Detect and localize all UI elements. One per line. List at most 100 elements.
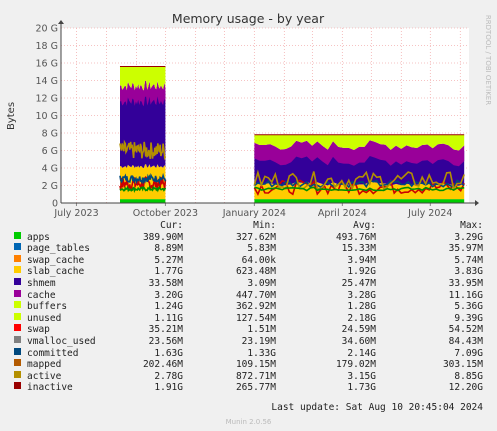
legend-avg: 493.76M (335, 231, 376, 243)
legend-swatch (14, 382, 21, 390)
legend-row-vmalloc-used: vmalloc_used 23.56M 23.19M 34.60M 84.43M (0, 335, 497, 348)
legend-avg: 1.73G (347, 382, 376, 394)
y-tick-label: 12 G (36, 94, 58, 105)
chart-title: Memory usage - by year (172, 11, 325, 26)
legend-name: page_tables (27, 243, 90, 255)
legend-avg: 34.60M (341, 335, 376, 347)
legend-avg: 25.47M (341, 277, 376, 289)
legend-max: 9.39G (454, 312, 483, 324)
legend-name: buffers (27, 301, 68, 313)
legend-cur: 33.58M (148, 277, 183, 289)
legend-swatch (14, 335, 21, 343)
legend-avg: 1.92G (347, 266, 376, 278)
legend-name: inactive (27, 382, 73, 394)
y-axis-arrow (58, 20, 64, 24)
legend-cur: 1.24G (154, 301, 183, 313)
legend-name: mapped (27, 359, 62, 371)
last-update: Last update: Sat Aug 10 20:45:04 2024 (271, 402, 483, 413)
area-apps (120, 199, 166, 203)
legend-row-cache: cache 3.20G 447.70M 3.28G 11.16G (0, 289, 497, 302)
legend-name: unused (27, 312, 62, 324)
legend-max: 33.95M (448, 277, 483, 289)
x-tick-label: July 2024 (407, 208, 452, 219)
y-tick-label: 2 G (42, 181, 58, 192)
legend-name: slab_cache (27, 266, 85, 278)
legend-min: 1.33G (247, 347, 276, 359)
legend-max: 7.09G (454, 347, 483, 359)
legend-avg: 2.18G (347, 312, 376, 324)
legend-name: vmalloc_used (27, 335, 96, 347)
x-tick-label: October 2023 (133, 208, 198, 219)
x-tick-label: January 2024 (222, 208, 286, 219)
legend-avg: 2.14G (347, 347, 376, 359)
y-tick-label: 16 G (36, 59, 58, 70)
legend-cur: 35.21M (148, 324, 183, 336)
legend-avg: 179.02M (335, 359, 376, 371)
legend-avg: 15.33M (341, 243, 376, 255)
legend-max: 12.20G (448, 382, 483, 394)
legend-max: 84.43M (448, 335, 483, 347)
legend-min: 623.48M (235, 266, 276, 278)
legend-swatch (14, 312, 21, 320)
y-tick-label: 6 G (42, 146, 58, 157)
legend-row-inactive: inactive 1.91G 265.77M 1.73G 12.20G (0, 382, 497, 394)
legend-row-buffers: buffers 1.24G 362.92M 1.28G 5.36G (0, 301, 497, 313)
legend-cur: 202.46M (142, 359, 183, 371)
y-tick-label: 4 G (42, 164, 58, 175)
legend-table: Cur: Min: Avg: Max: apps 389.90M 327.62M 49… (0, 220, 497, 394)
legend-swatch (14, 347, 21, 355)
legend-min: 1.51M (247, 324, 276, 336)
legend-max: 35.97M (448, 243, 483, 255)
legend-cur: 3.20G (154, 289, 183, 301)
legend-name: shmem (27, 277, 56, 289)
legend-row-unused: unused 1.11G 127.54M 2.18G 9.39G (0, 312, 497, 325)
legend-max: 5.36G (454, 301, 483, 313)
legend-avg: 3.15G (347, 370, 376, 382)
legend-max: 8.85G (454, 370, 483, 382)
y-axis-label: Bytes (6, 102, 17, 130)
legend-row-active: active 2.78G 872.71M 3.15G 8.85G (0, 370, 497, 383)
x-tick-label: July 2023 (53, 208, 98, 219)
legend-row-committed: committed 1.63G 1.33G 2.14G 7.09G (0, 347, 497, 360)
legend-avg: 1.28G (347, 301, 376, 313)
col-avg-header: Avg: (353, 220, 376, 231)
legend-swatch (14, 266, 21, 274)
legend-min: 362.92M (235, 301, 276, 313)
x-tick-label: April 2024 (318, 208, 367, 219)
munin-version: Munin 2.0.56 (225, 418, 272, 426)
legend-swatch (14, 289, 21, 297)
legend-swatch (14, 254, 21, 262)
legend-max: 11.16G (448, 289, 483, 301)
y-tick-label: 14 G (36, 76, 58, 87)
legend-swatch (14, 231, 21, 239)
legend-cur: 5.27M (154, 254, 183, 266)
legend-swatch (14, 301, 21, 309)
legend-cur: 2.78G (154, 370, 183, 382)
legend-max: 54.52M (448, 324, 483, 336)
legend-swatch (14, 324, 21, 332)
legend-name: swap_cache (27, 254, 85, 266)
x-axis-arrow (475, 200, 479, 206)
legend-swatch (14, 277, 21, 285)
legend-min: 64.00k (241, 254, 276, 266)
col-cur-header: Cur: (160, 220, 183, 231)
legend-name: committed (27, 347, 79, 359)
col-min-header: Min: (253, 220, 276, 231)
legend-row-swap: swap 35.21M 1.51M 24.59M 54.52M (0, 324, 497, 336)
legend-min: 872.71M (235, 370, 276, 382)
area-apps (254, 199, 465, 203)
legend-min: 109.15M (235, 359, 276, 371)
legend-max: 303.15M (442, 359, 483, 371)
legend-cur: 8.89M (154, 243, 183, 255)
legend-min: 327.62M (235, 231, 276, 243)
legend-avg: 3.94M (347, 254, 376, 266)
legend-cur: 1.91G (154, 382, 183, 394)
legend-cur: 389.90M (142, 231, 183, 243)
y-tick-label: 18 G (36, 41, 58, 52)
legend-header: Cur: Min: Avg: Max: (0, 220, 497, 232)
legend-cur: 23.56M (148, 335, 183, 347)
legend-avg: 3.28G (347, 289, 376, 301)
legend-avg: 24.59M (341, 324, 376, 336)
legend-name: apps (27, 231, 50, 243)
legend-min: 127.54M (235, 312, 276, 324)
